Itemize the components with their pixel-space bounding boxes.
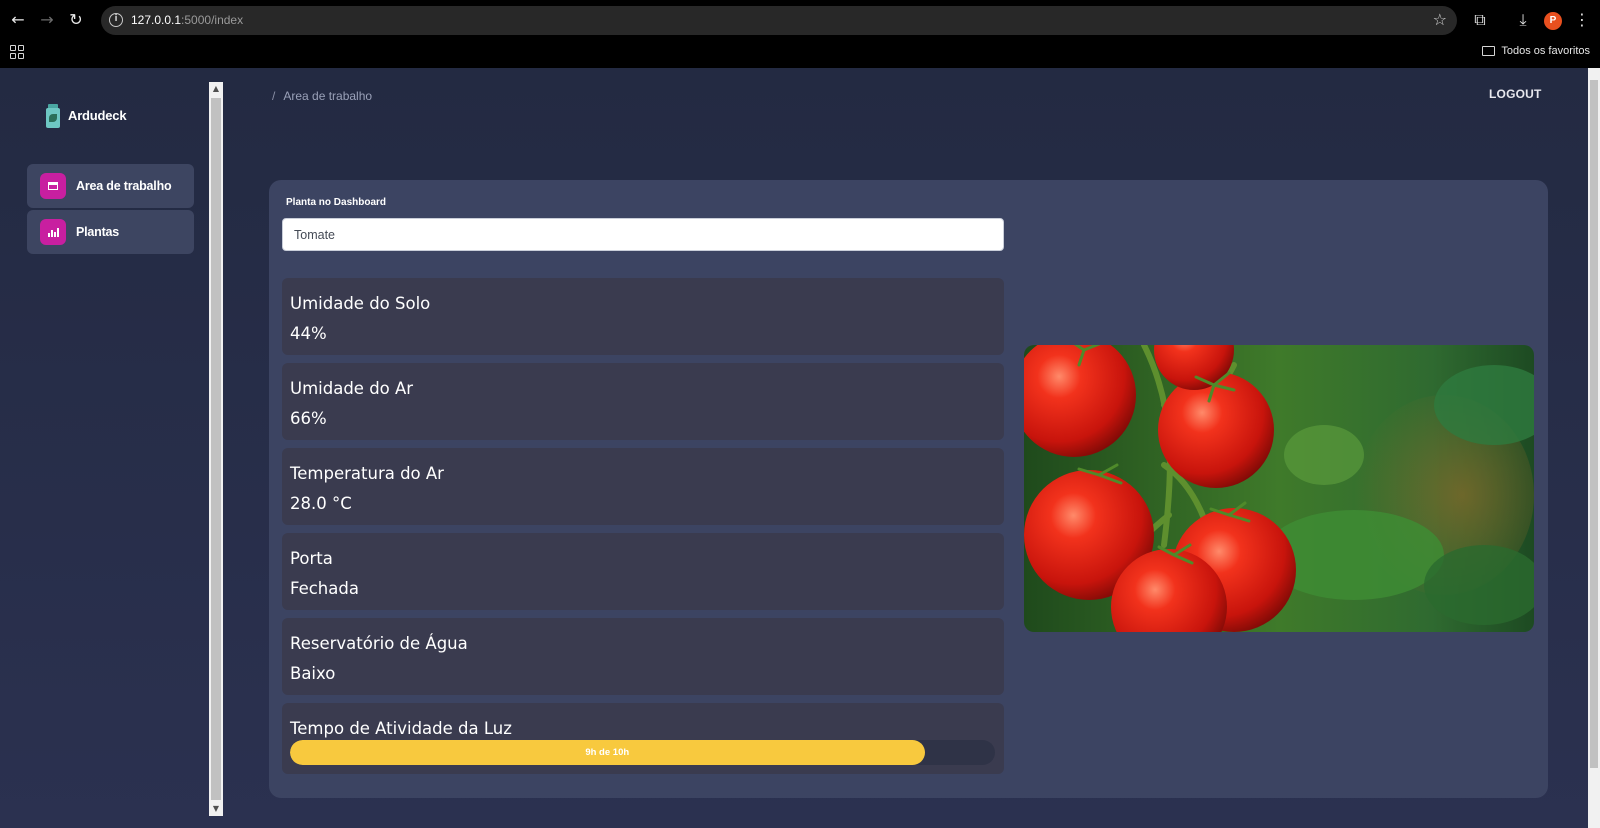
light-progress-text: 9h de 10h <box>585 747 630 758</box>
metric-title: Porta <box>290 549 333 568</box>
sidebar-item-label: Plantas <box>76 225 120 239</box>
metric-value: 66% <box>290 409 327 428</box>
metric-value: 28.0 °C <box>290 494 352 513</box>
chart-icon <box>40 219 66 245</box>
metric-value: Baixo <box>290 664 336 683</box>
metric-light-activity: Tempo de Atividade da Luz 9h de 10h <box>282 703 1004 774</box>
metric-title: Umidade do Ar <box>290 379 414 398</box>
apps-icon[interactable] <box>10 45 24 59</box>
plant-select[interactable]: Tomate <box>282 218 1004 251</box>
back-icon[interactable]: ← <box>7 9 29 31</box>
bookmark-star-icon[interactable]: ☆ <box>1433 10 1447 29</box>
page: Ardudeck Area de trabalho Plantas ▲ ▼ / A… <box>0 68 1600 828</box>
site-info-icon[interactable]: i <box>109 13 123 27</box>
light-progress-fill: 9h de 10h <box>290 740 925 765</box>
metric-water-reservoir: Reservatório de Água Baixo <box>282 618 1004 695</box>
menu-icon[interactable]: ⋮ <box>1571 9 1593 31</box>
logout-button[interactable]: LOGOUT <box>1489 87 1542 101</box>
dashboard-card: Planta no Dashboard Tomate Umidade do So… <box>269 180 1548 798</box>
sidebar-item-label: Area de trabalho <box>76 179 172 193</box>
browser-toolbar: ← → ↻ i 127.0.0.1:5000/index ☆ ⧉ ⤓ P ⋮ <box>0 0 1600 40</box>
page-scrollbar-thumb[interactable] <box>1590 80 1598 768</box>
sidebar: Ardudeck Area de trabalho Plantas <box>0 68 210 828</box>
scroll-down-icon[interactable]: ▼ <box>209 802 223 816</box>
brand-name: Ardudeck <box>68 107 127 123</box>
profile-avatar[interactable]: P <box>1544 12 1562 30</box>
metric-value: Fechada <box>290 579 359 598</box>
brand[interactable]: Ardudeck <box>44 102 127 128</box>
sidebar-item-plantas[interactable]: Plantas <box>27 210 194 254</box>
metric-soil-humidity: Umidade do Solo 44% <box>282 278 1004 355</box>
url-text[interactable]: 127.0.0.1:5000/index <box>131 13 243 27</box>
plant-select-value: Tomate <box>294 228 335 242</box>
metric-title: Reservatório de Água <box>290 634 468 653</box>
reload-icon[interactable]: ↻ <box>65 9 87 31</box>
metric-title: Tempo de Atividade da Luz <box>290 719 512 738</box>
scrollbar-thumb[interactable] <box>211 98 221 800</box>
sidebar-item-area-de-trabalho[interactable]: Area de trabalho <box>27 164 194 208</box>
folder-icon <box>1482 46 1496 56</box>
brand-logo-icon <box>44 102 62 128</box>
scroll-up-icon[interactable]: ▲ <box>209 82 223 96</box>
breadcrumb-separator: / <box>272 89 276 103</box>
store-icon <box>40 173 66 199</box>
metric-value: 44% <box>290 324 327 343</box>
tomato-plant-photo <box>1024 345 1534 632</box>
sidebar-scrollbar[interactable]: ▲ ▼ <box>209 82 223 816</box>
browser-chrome: ← → ↻ i 127.0.0.1:5000/index ☆ ⧉ ⤓ P ⋮ T… <box>0 0 1600 68</box>
breadcrumb: / Area de trabalho <box>272 89 372 103</box>
address-bar[interactable]: i 127.0.0.1:5000/index ☆ <box>101 6 1457 35</box>
metric-air-humidity: Umidade do Ar 66% <box>282 363 1004 440</box>
breadcrumb-current: Area de trabalho <box>283 89 373 103</box>
forward-icon[interactable]: → <box>36 9 58 31</box>
plant-select-label: Planta no Dashboard <box>286 197 387 208</box>
page-scrollbar[interactable] <box>1588 68 1600 828</box>
metric-title: Temperatura do Ar <box>290 464 444 483</box>
all-bookmarks-folder[interactable]: Todos os favoritos <box>1482 45 1590 57</box>
extensions-icon[interactable]: ⧉ <box>1469 9 1491 31</box>
light-progress-track: 9h de 10h <box>290 740 995 765</box>
bookmarks-bar: Todos os favoritos <box>0 40 1600 68</box>
metric-air-temperature: Temperatura do Ar 28.0 °C <box>282 448 1004 525</box>
metric-door: Porta Fechada <box>282 533 1004 610</box>
bookmarks-folder-label: Todos os favoritos <box>1501 45 1590 57</box>
metric-title: Umidade do Solo <box>290 294 431 313</box>
download-icon[interactable]: ⤓ <box>1512 9 1534 31</box>
